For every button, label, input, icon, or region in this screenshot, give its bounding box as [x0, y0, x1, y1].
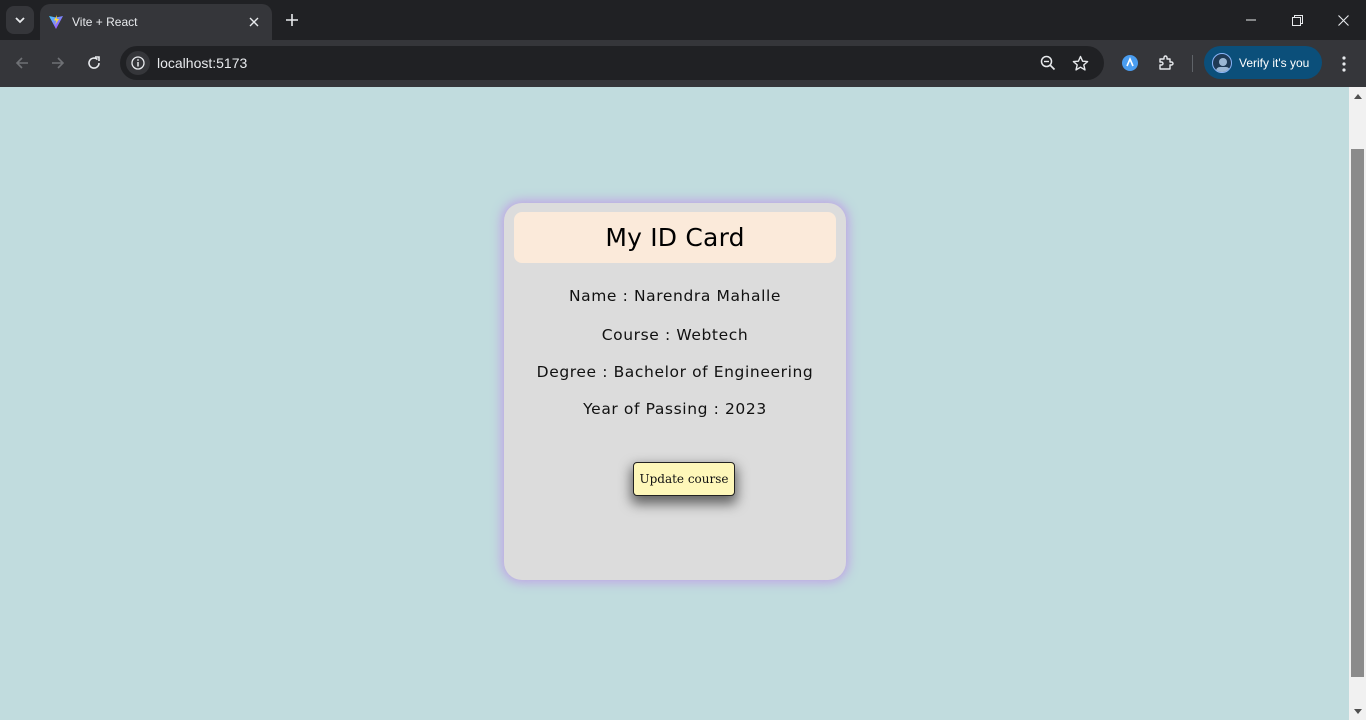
triangle-down-icon [1353, 708, 1362, 714]
extensions-menu-button[interactable] [1155, 52, 1177, 74]
forward-button[interactable] [43, 48, 73, 78]
scroll-up-button[interactable] [1349, 87, 1366, 104]
profile-label: Verify it's you [1239, 55, 1310, 70]
browser-toolbar: localhost:5173 Verify it's you [0, 40, 1366, 87]
browser-titlebar: Vite + React [0, 0, 1366, 40]
scroll-down-button[interactable] [1349, 703, 1366, 720]
card-header: My ID Card [514, 212, 836, 263]
plus-icon [286, 14, 298, 26]
close-icon [1337, 14, 1349, 26]
browser-tab[interactable]: Vite + React [40, 4, 272, 40]
zoom-button[interactable] [1038, 53, 1058, 73]
address-bar[interactable]: localhost:5173 [120, 46, 1104, 80]
chevron-down-icon [15, 17, 25, 24]
close-icon [249, 17, 259, 27]
close-window-button[interactable] [1320, 0, 1366, 40]
browser-menu-button[interactable] [1332, 52, 1356, 76]
extension-button[interactable] [1119, 52, 1141, 74]
restore-icon [1291, 14, 1303, 26]
page-scrollbar[interactable] [1349, 87, 1366, 720]
tab-title: Vite + React [72, 15, 138, 29]
arrow-right-icon [52, 57, 65, 69]
bookmark-button[interactable] [1070, 53, 1090, 73]
zoom-out-icon [1040, 55, 1056, 71]
tab-close-button[interactable] [244, 12, 264, 32]
restore-button[interactable] [1274, 0, 1320, 40]
triangle-up-icon [1353, 93, 1362, 99]
card-title: My ID Card [605, 223, 745, 252]
profile-button[interactable]: Verify it's you [1204, 46, 1322, 79]
vite-logo-icon [49, 15, 63, 29]
extension-blue-icon [1122, 55, 1138, 71]
page-viewport: My ID Card Name : Narendra Mahalle Cours… [0, 87, 1349, 720]
url-text: localhost:5173 [157, 55, 248, 71]
field-degree: Degree : Bachelor of Engineering [536, 363, 814, 381]
minimize-icon [1246, 19, 1256, 21]
info-icon [131, 56, 145, 70]
scroll-thumb[interactable] [1351, 149, 1364, 677]
site-info-button[interactable] [126, 51, 150, 75]
field-year-of-passing: Year of Passing : 2023 [583, 400, 767, 418]
reload-icon [88, 56, 100, 69]
arrow-left-icon [15, 57, 28, 69]
tab-search-button[interactable] [6, 6, 34, 34]
toolbar-divider [1192, 55, 1193, 72]
id-card: My ID Card Name : Narendra Mahalle Cours… [504, 203, 846, 580]
kebab-menu-icon [1342, 56, 1346, 72]
star-icon [1072, 55, 1088, 71]
new-tab-button[interactable] [280, 8, 304, 32]
reload-button[interactable] [79, 48, 109, 78]
back-button[interactable] [7, 48, 37, 78]
field-course: Course : Webtech [601, 326, 749, 344]
avatar [1212, 52, 1232, 73]
puzzle-icon [1159, 55, 1174, 70]
minimize-button[interactable] [1228, 0, 1274, 40]
update-course-button[interactable]: Update course [633, 462, 735, 496]
field-name: Name : Narendra Mahalle [568, 287, 782, 305]
